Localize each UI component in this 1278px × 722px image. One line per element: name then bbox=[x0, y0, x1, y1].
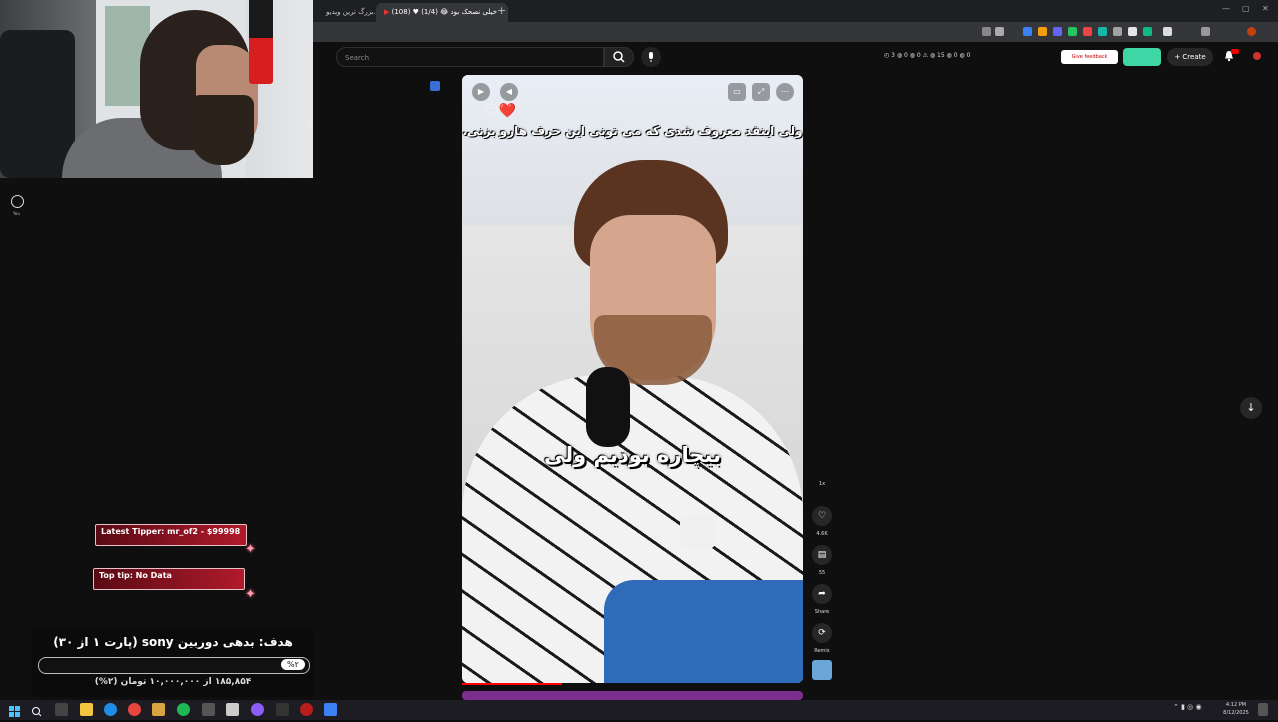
clock-time: 4:12 PM bbox=[1225, 702, 1247, 708]
short-video-player[interactable]: ▶ ◀ ▭ ⤢ ⋯ 😕❤️ ولی اینقد معروف شدی که می … bbox=[462, 75, 803, 683]
sound-thumbnail[interactable] bbox=[812, 660, 832, 680]
sparkle-icon: ✦ bbox=[245, 542, 256, 557]
top-tip-box: Top tip: No Data bbox=[93, 568, 245, 590]
share-icon[interactable]: ➦ bbox=[812, 584, 832, 604]
remix-icon[interactable]: ⟳ bbox=[812, 623, 832, 643]
you-icon[interactable] bbox=[11, 195, 24, 208]
file-explorer-icon[interactable] bbox=[80, 703, 93, 716]
spotify-icon[interactable] bbox=[177, 703, 190, 716]
extension-icon[interactable] bbox=[1098, 27, 1107, 36]
microphone-head bbox=[249, 0, 273, 38]
give-feedback-button[interactable]: Give feedback bbox=[1061, 50, 1118, 64]
extension-icon[interactable] bbox=[1143, 27, 1152, 36]
close-window-icon[interactable]: ✕ bbox=[1262, 4, 1269, 13]
minimize-icon[interactable]: — bbox=[1222, 4, 1230, 13]
task-view-icon[interactable] bbox=[55, 703, 68, 716]
extension-icon[interactable] bbox=[1038, 27, 1047, 36]
edge-browser-icon[interactable] bbox=[104, 703, 117, 716]
video-caption-top: ولی اینقد معروف شدی که می تونی این حرف ه… bbox=[462, 124, 803, 138]
folder-icon[interactable] bbox=[152, 703, 165, 716]
download-icon[interactable] bbox=[202, 703, 215, 716]
you-label: You bbox=[13, 211, 20, 216]
windows-taskbar bbox=[0, 700, 1278, 720]
goal-amount: ۱۸۵,۸۵۴ از ۱۰,۰۰۰,۰۰۰ تومان (۲%) bbox=[94, 677, 252, 687]
create-button[interactable]: + Create bbox=[1167, 48, 1213, 66]
video-caption-middle: بیچاره بودیم ولی bbox=[544, 443, 721, 467]
captions-icon[interactable]: ▭ bbox=[728, 83, 746, 101]
browser-tab-active[interactable]: ▶ (108) ♥ خیلی نصحک بود 😂 (1/4) bbox=[376, 3, 508, 22]
play-icon[interactable]: ▶ bbox=[472, 83, 490, 101]
browser-tab[interactable]: بزرگ ترین ویدیو... bbox=[318, 3, 384, 22]
share-label: Share bbox=[814, 609, 830, 615]
webcam-feed bbox=[0, 0, 313, 178]
fullscreen-icon[interactable]: ⤢ bbox=[752, 83, 770, 101]
extension-icon[interactable] bbox=[1128, 27, 1137, 36]
goal-title: هدف: بدهی دوربین sony (پارت ۱ از ۳۰) bbox=[53, 635, 293, 649]
bookmark-star-icon[interactable] bbox=[995, 27, 1004, 36]
streamer-beard bbox=[190, 95, 254, 165]
playback-speed-label[interactable]: 1x bbox=[806, 481, 838, 487]
stream-status-indicators: ◴ 3 ◍ 0 ◍ 0 ⚠ ◍ 15 ◍ 0 ◍ 0 bbox=[884, 52, 971, 59]
extension-icon[interactable] bbox=[1068, 27, 1077, 36]
latest-tipper-box: Latest Tipper: mr_of2 - $99998 bbox=[95, 524, 247, 546]
system-tray-icons[interactable]: ⌃ ▮ ◎ ◉ bbox=[1173, 703, 1202, 711]
app-icon[interactable] bbox=[251, 703, 264, 716]
channel-badge-icon[interactable] bbox=[430, 81, 440, 91]
video-progress-bar[interactable] bbox=[462, 683, 562, 685]
extension-icon[interactable] bbox=[1023, 27, 1032, 36]
taskbar-clock[interactable]: 4:12 PM 8/12/2025 bbox=[1218, 701, 1254, 717]
profile-icon[interactable] bbox=[1247, 27, 1256, 36]
search-input[interactable]: Search bbox=[336, 47, 604, 67]
extension-icon[interactable] bbox=[1053, 27, 1062, 36]
voice-search-button[interactable] bbox=[641, 47, 661, 67]
extension-icon[interactable] bbox=[1083, 27, 1092, 36]
volume-icon[interactable]: ◀ bbox=[500, 83, 518, 101]
like-icon[interactable]: ♡ bbox=[812, 506, 832, 526]
new-tab-button[interactable]: + bbox=[497, 4, 506, 17]
search-taskbar-icon[interactable] bbox=[30, 703, 43, 717]
extensions-puzzle-icon[interactable] bbox=[1201, 27, 1210, 36]
remix-label: Remix bbox=[814, 648, 830, 654]
more-options-icon[interactable]: ⋯ bbox=[776, 83, 794, 101]
extension-icon[interactable] bbox=[1113, 27, 1122, 36]
comment-count: 55 bbox=[818, 570, 826, 576]
video-wristwatch bbox=[680, 515, 716, 549]
goal-percent: %۲ bbox=[281, 659, 305, 670]
clock-date: 8/12/2025 bbox=[1223, 710, 1249, 716]
app-icon[interactable] bbox=[276, 703, 289, 716]
maximize-icon[interactable]: ▢ bbox=[1242, 4, 1250, 13]
extension-icon[interactable] bbox=[982, 27, 991, 36]
chrome-browser-icon[interactable] bbox=[128, 703, 141, 716]
video-pillow bbox=[604, 580, 803, 683]
microphone-icon bbox=[649, 52, 653, 62]
extension-toggle-button[interactable] bbox=[1123, 48, 1161, 66]
next-short-arrow-icon[interactable]: ↓ bbox=[1240, 397, 1262, 419]
obs-icon[interactable] bbox=[300, 703, 313, 716]
extension-icon[interactable] bbox=[1163, 27, 1172, 36]
comment-icon[interactable]: ▤ bbox=[812, 545, 832, 565]
windows-start-icon[interactable] bbox=[8, 703, 21, 717]
sparkle-icon: ✦ bbox=[245, 587, 256, 602]
tab-title: بزرگ ترین ویدیو... bbox=[326, 8, 380, 16]
tab-title: (108) ♥ خیلی نصحک بود 😂 (1/4) bbox=[391, 8, 498, 16]
document-icon[interactable] bbox=[226, 703, 239, 716]
notification-badge bbox=[1231, 49, 1239, 54]
goal-progress-bar: %۲ bbox=[38, 657, 310, 674]
app-icon-active[interactable] bbox=[324, 703, 337, 716]
donation-goal-widget: هدف: بدهی دوربین sony (پارت ۱ از ۳۰) %۲ … bbox=[32, 627, 314, 697]
video-microphone bbox=[586, 367, 630, 447]
gaming-chair bbox=[0, 30, 75, 178]
next-short-preview[interactable] bbox=[462, 691, 803, 700]
search-icon bbox=[613, 51, 625, 63]
search-button[interactable] bbox=[604, 47, 634, 67]
youtube-favicon-icon: ▶ bbox=[384, 8, 390, 16]
notification-center-icon[interactable] bbox=[1258, 703, 1268, 716]
account-avatar[interactable] bbox=[1253, 52, 1261, 60]
caption-emoji: 😕❤️ bbox=[484, 103, 517, 119]
like-count: 4.6K bbox=[816, 531, 828, 537]
